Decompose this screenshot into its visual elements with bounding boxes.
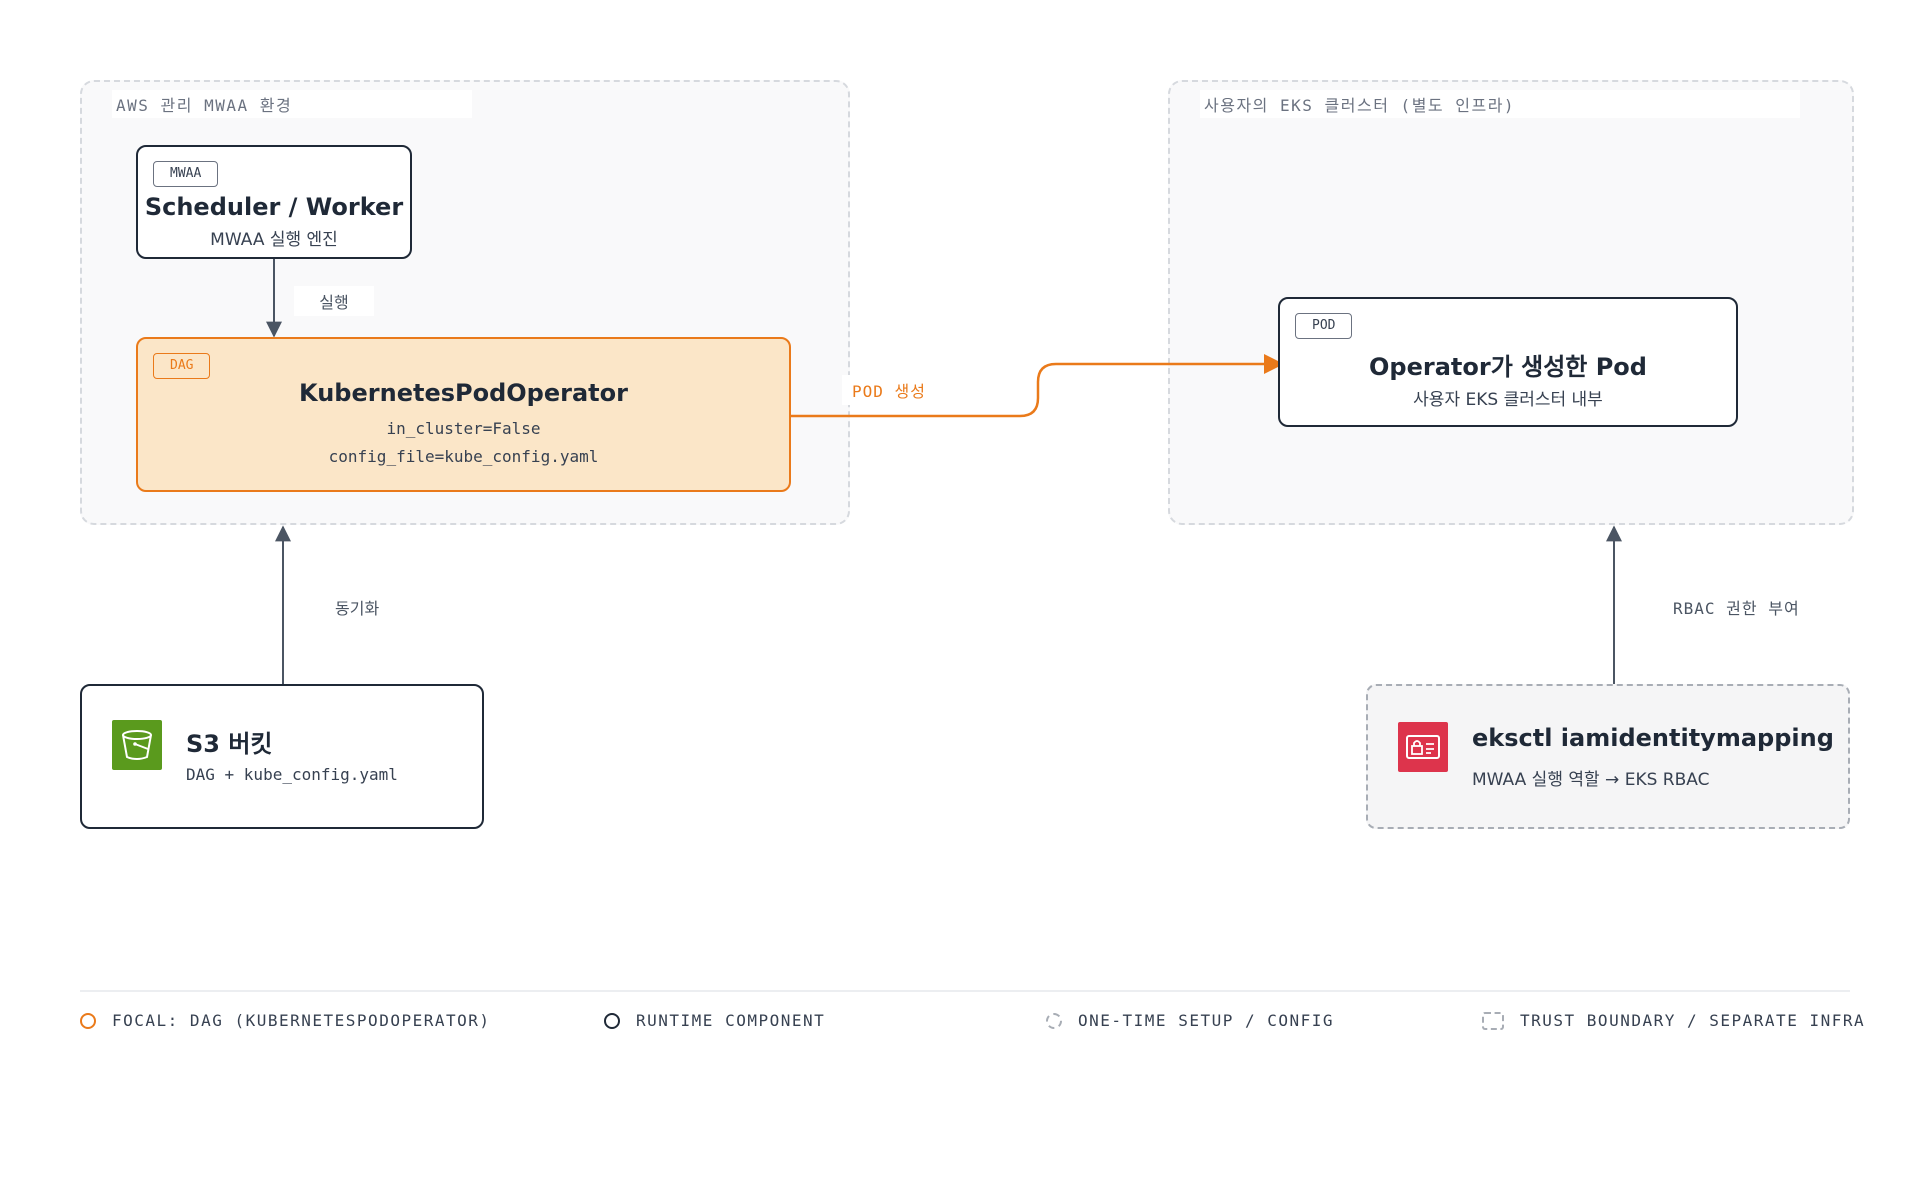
node-tag-pod: POD [1295,313,1353,339]
edge-label-run: 실행 [294,286,374,316]
kubernetes-pod-operator-node[interactable]: DAG KubernetesPodOperator in_cluster=Fal… [136,337,791,492]
scheduler-title: Scheduler / Worker [144,193,404,221]
scheduler-worker-node[interactable]: MWAA Scheduler / Worker MWAA 실행 엔진 [136,145,412,259]
legend-runtime: RUNTIME COMPONENT [604,1011,825,1030]
scheduler-subtitle: MWAA 실행 엔진 [210,230,338,250]
legend-setup-label: ONE-TIME SETUP / CONFIG [1078,1011,1335,1030]
identity-card-lock-icon [1398,722,1448,772]
legend-focal-swatch [80,1012,96,1029]
operator-title: KubernetesPodOperator [299,379,628,407]
legend-runtime-swatch [604,1012,620,1029]
legend-setup: ONE-TIME SETUP / CONFIG [1046,1011,1334,1030]
pod-node[interactable]: POD Operator가 생성한 Pod 사용자 EKS 클러스터 내부 [1278,297,1738,427]
eksctl-iamidentitymapping-node[interactable]: eksctl iamidentitymapping MWAA 실행 역할 → E… [1366,684,1850,829]
s3-bucket-node[interactable]: S3 버킷 DAG + kube_config.yaml [80,684,484,829]
edge-label-rbac: RBAC 권한 부여 [1663,592,1810,622]
legend-setup-swatch [1046,1012,1062,1029]
legend-runtime-label: RUNTIME COMPONENT [636,1011,826,1030]
edge-label-create-pod: POD 생성 [842,375,936,405]
node-tag-dag: DAG [153,353,211,379]
node-tag-mwaa: MWAA [153,161,219,187]
s3-bucket-icon [112,720,162,770]
edge-label-sync: 동기화 [325,592,390,622]
pod-subtitle: 사용자 EKS 클러스터 내부 [1413,390,1603,410]
operator-in-cluster: in_cluster=False [386,419,541,438]
legend-boundary-label: TRUST BOUNDARY / SEPARATE INFRA [1520,1011,1866,1030]
s3-title: S3 버킷 [186,730,273,758]
legend-focal-label: FOCAL: DAG (KUBERNETESPODOPERATOR) [112,1011,491,1030]
eksctl-title: eksctl iamidentitymapping [1472,724,1834,752]
legend-focal: FOCAL: DAG (KUBERNETESPODOPERATOR) [80,1011,491,1030]
legend-boundary: TRUST BOUNDARY / SEPARATE INFRA [1482,1011,1865,1030]
eksctl-subtitle: MWAA 실행 역할 → EKS RBAC [1472,770,1710,790]
s3-subtitle: DAG + kube_config.yaml [186,765,398,784]
legend-divider [80,990,1850,992]
legend-boundary-swatch [1482,1011,1504,1030]
operator-config-file: config_file=kube_config.yaml [328,447,599,466]
pod-title: Operator가 생성한 Pod [1369,353,1647,381]
